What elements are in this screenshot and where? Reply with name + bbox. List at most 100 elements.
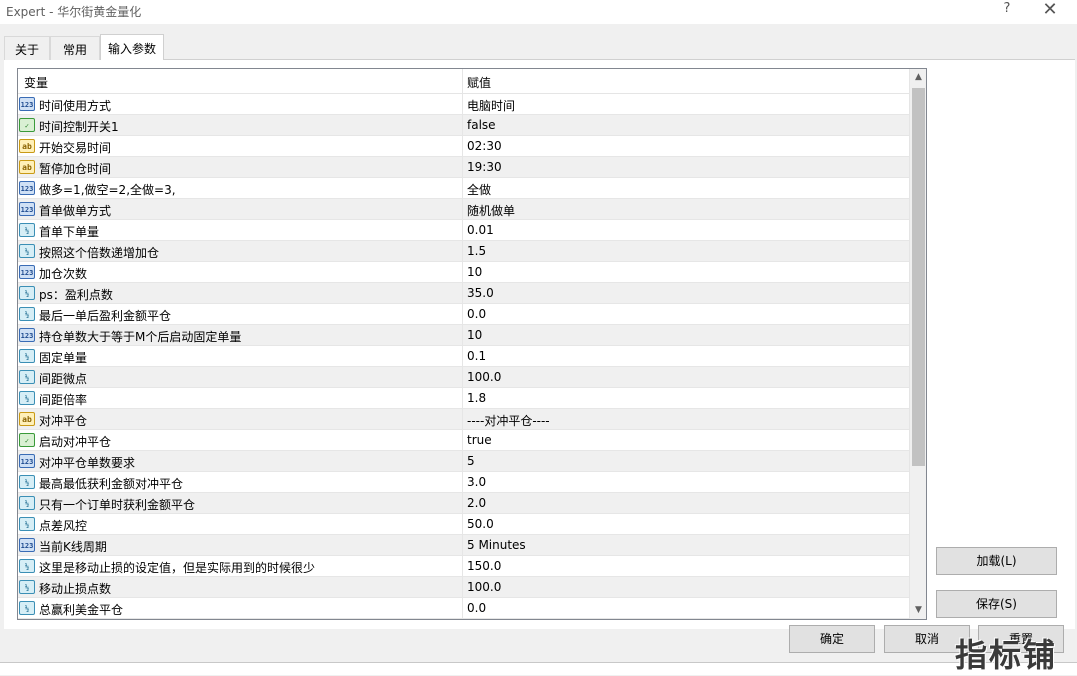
grid-rows: 123 时间使用方式 电脑时间 ✓ 时间控制开关1 false ab 开始交易时间 02:30 a… (18, 94, 909, 619)
parameter-row[interactable]: ½ 固定单量 0.1 (18, 346, 909, 367)
parameter-row[interactable]: ½ 点差风控 50.0 (18, 514, 909, 535)
parameter-row[interactable]: ½ 最后一单后盈利金额平仓 0.0 (18, 304, 909, 325)
tab-about[interactable]: 关于 (4, 36, 50, 60)
parameter-row[interactable]: ½ 间距微点 100.0 (18, 367, 909, 388)
string-icon: ab (19, 412, 35, 426)
parameter-name: 暂停加仓时间 (39, 162, 112, 176)
parameter-value[interactable]: 2.0 (467, 496, 486, 510)
background-window-strip (0, 662, 1077, 675)
cell-divider (462, 535, 463, 556)
parameter-value[interactable]: 02:30 (467, 139, 502, 153)
title-bar: Expert - 华尔街黄金量化 ? ✕ (0, 0, 1077, 24)
save-button[interactable]: 保存(S) (936, 590, 1057, 618)
parameter-row[interactable]: ½ 只有一个订单时获利金额平仓 2.0 (18, 493, 909, 514)
parameter-row[interactable]: ½ 这里是移动止损的设定值，但是实际用到的时候很少 150.0 (18, 556, 909, 577)
parameter-value[interactable]: true (467, 433, 492, 447)
parameter-name: 总赢利美金平仓 (39, 603, 124, 617)
parameter-name: 首单做单方式 (39, 204, 112, 218)
parameter-row[interactable]: ½ 按照这个倍数递增加仓 1.5 (18, 241, 909, 262)
cell-divider (462, 430, 463, 451)
parameter-value[interactable]: ----对冲平仓---- (467, 412, 550, 429)
parameter-value[interactable]: 10 (467, 328, 482, 342)
close-button[interactable]: ✕ (1039, 0, 1061, 22)
parameter-row[interactable]: 123 首单做单方式 随机做单 (18, 199, 909, 220)
column-header-value[interactable]: 赋值 (467, 74, 491, 91)
parameter-row[interactable]: ½ ps：盈利点数 35.0 (18, 283, 909, 304)
parameter-name: 加仓次数 (39, 267, 88, 281)
parameter-value[interactable]: 0.0 (467, 307, 486, 321)
tab-inputs[interactable]: 输入参数 (100, 34, 164, 60)
parameter-value[interactable]: 35.0 (467, 286, 494, 300)
parameter-value[interactable]: 5 Minutes (467, 538, 526, 552)
parameter-value[interactable]: 10 (467, 265, 482, 279)
cell-divider (462, 262, 463, 283)
parameter-row[interactable]: ½ 间距倍率 1.8 (18, 388, 909, 409)
scroll-up-icon[interactable]: ▲ (910, 69, 926, 86)
tab-common[interactable]: 常用 (50, 36, 100, 60)
parameter-value[interactable]: 全做 (467, 181, 491, 198)
parameter-value[interactable]: 电脑时间 (467, 97, 515, 114)
parameter-row[interactable]: ✓ 启动对冲平仓 true (18, 430, 909, 451)
double-icon: ½ (19, 559, 35, 573)
vertical-scrollbar[interactable]: ▲ ▼ (909, 69, 926, 619)
parameter-value[interactable]: 100.0 (467, 370, 501, 384)
parameter-row[interactable]: ab 开始交易时间 02:30 (18, 136, 909, 157)
parameter-row[interactable]: ✓ 时间控制开关1 false (18, 115, 909, 136)
parameter-row[interactable]: 123 对冲平仓单数要求 5 (18, 451, 909, 472)
grid-header: 变量 赋值 (18, 69, 909, 94)
cell-divider (462, 241, 463, 262)
parameter-value[interactable]: 5 (467, 454, 475, 468)
double-icon: ½ (19, 517, 35, 531)
parameter-row[interactable]: ab 暂停加仓时间 19:30 (18, 157, 909, 178)
parameter-value[interactable]: 0.1 (467, 349, 486, 363)
parameter-row[interactable]: ½ 首单下单量 0.01 (18, 220, 909, 241)
parameter-value[interactable]: 1.5 (467, 244, 486, 258)
ok-button[interactable]: 确定 (789, 625, 875, 653)
integer-icon: 123 (19, 454, 35, 468)
parameter-value[interactable]: 0.01 (467, 223, 494, 237)
parameter-row[interactable]: 123 持仓单数大于等于M个后启动固定单量 10 (18, 325, 909, 346)
double-icon: ½ (19, 244, 35, 258)
parameter-value[interactable]: 19:30 (467, 160, 502, 174)
help-button[interactable]: ? (997, 1, 1017, 21)
parameter-name: 做多=1,做空=2,全做=3, (39, 183, 176, 197)
parameter-name: 当前K线周期 (39, 540, 107, 554)
integer-icon: 123 (19, 538, 35, 552)
parameter-name: 时间控制开关1 (39, 120, 119, 134)
parameter-row[interactable]: ab 对冲平仓 ----对冲平仓---- (18, 409, 909, 430)
parameter-value[interactable]: 3.0 (467, 475, 486, 489)
parameter-name: 启动对冲平仓 (39, 435, 112, 449)
scroll-down-icon[interactable]: ▼ (910, 602, 926, 619)
parameter-name: 对冲平仓单数要求 (39, 456, 136, 470)
parameter-row[interactable]: ½ 总赢利美金平仓 0.0 (18, 598, 909, 619)
parameter-row[interactable]: 123 加仓次数 10 (18, 262, 909, 283)
column-header-variable[interactable]: 变量 (24, 74, 48, 91)
parameter-value[interactable]: 100.0 (467, 580, 501, 594)
parameter-name: 按照这个倍数递增加仓 (39, 246, 160, 260)
parameter-value[interactable]: 0.0 (467, 601, 486, 615)
cell-divider (462, 514, 463, 535)
cell-divider (462, 472, 463, 493)
parameter-name: ps：盈利点数 (39, 288, 113, 302)
double-icon: ½ (19, 496, 35, 510)
parameter-row[interactable]: 123 当前K线周期 5 Minutes (18, 535, 909, 556)
parameter-value[interactable]: 1.8 (467, 391, 486, 405)
parameters-grid: 变量 赋值 123 时间使用方式 电脑时间 ✓ 时间控制开关1 false ab 开始交易时间… (17, 68, 927, 620)
parameter-value[interactable]: 150.0 (467, 559, 501, 573)
parameter-name: 只有一个订单时获利金额平仓 (39, 498, 196, 512)
cell-divider (462, 388, 463, 409)
parameter-row[interactable]: 123 做多=1,做空=2,全做=3, 全做 (18, 178, 909, 199)
parameter-value[interactable]: 随机做单 (467, 202, 515, 219)
parameter-value[interactable]: false (467, 118, 496, 132)
parameter-row[interactable]: 123 时间使用方式 电脑时间 (18, 94, 909, 115)
cell-divider (462, 304, 463, 325)
cell-divider (462, 493, 463, 514)
cell-divider (462, 577, 463, 598)
column-divider[interactable] (462, 69, 463, 94)
load-button[interactable]: 加载(L) (936, 547, 1057, 575)
parameter-row[interactable]: ½ 最高最低获利金额对冲平仓 3.0 (18, 472, 909, 493)
cell-divider (462, 598, 463, 619)
parameter-row[interactable]: ½ 移动止损点数 100.0 (18, 577, 909, 598)
parameter-value[interactable]: 50.0 (467, 517, 494, 531)
scroll-thumb[interactable] (912, 88, 925, 466)
